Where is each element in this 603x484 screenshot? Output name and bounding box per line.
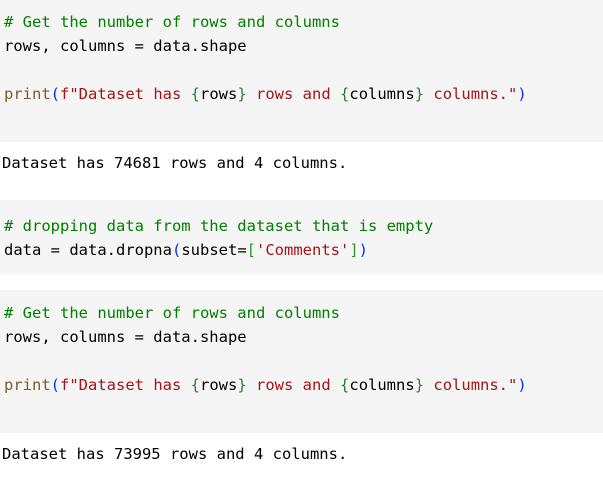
code-var: rows [200,376,238,394]
code-paren: ( [171,241,182,259]
code-fstring: rows and [246,376,341,394]
code-brace: { [340,376,350,394]
code-paren: ( [50,85,61,103]
code-statement: rows, columns = data.shape [4,37,247,55]
code-comment: # Get the number of rows and columns [4,304,340,322]
code-brace: } [414,376,425,394]
code-brace: } [237,376,247,394]
code-paren: ) [517,85,527,103]
code-brace: } [237,85,247,103]
output-text: Dataset has 73995 rows and 4 columns. [2,445,348,463]
code-fstring: columns." [424,376,518,394]
code-statement: data = data.dropna [4,241,172,259]
code-comment: # dropping data from the dataset that is… [4,217,434,235]
code-kwarg: subset= [181,241,247,259]
code-cell-1[interactable]: # Get the number of rows and columns row… [0,0,603,142]
code-cell-2[interactable]: # dropping data from the dataset that is… [0,200,603,274]
code-brace: } [414,85,425,103]
code-statement: rows, columns = data.shape [4,328,247,346]
code-brace: { [190,376,201,394]
code-fstring: columns." [424,85,518,103]
code-brace: { [190,85,201,103]
code-paren: ( [50,376,61,394]
code-line: print(f"Dataset has {rows} rows and {col… [4,82,603,106]
code-var: columns [349,376,415,394]
cell-output-1: Dataset has 74681 rows and 4 columns. [0,142,603,200]
code-line: print(f"Dataset has {rows} rows and {col… [4,373,603,397]
code-line: data = data.dropna(subset=['Comments']) [4,238,603,262]
code-fstring: f"Dataset has [60,376,191,394]
cell-output-2: Dataset has 73995 rows and 4 columns. [0,433,603,484]
code-cell-3[interactable]: # Get the number of rows and columns row… [0,290,603,433]
code-bracket: [ [246,241,256,259]
code-var: rows [200,85,238,103]
code-line: rows, columns = data.shape [4,34,603,58]
code-builtin-print: print [4,85,51,103]
code-paren: ) [358,241,369,259]
code-fstring: rows and [246,85,341,103]
code-line: rows, columns = data.shape [4,325,603,349]
code-paren: ) [517,376,527,394]
code-line: # Get the number of rows and columns [4,301,603,325]
code-brace: { [340,85,350,103]
code-fstring: f"Dataset has [60,85,191,103]
code-comment: # Get the number of rows and columns [4,13,340,31]
code-var: columns [349,85,415,103]
output-text: Dataset has 74681 rows and 4 columns. [2,154,348,172]
code-builtin-print: print [4,376,51,394]
cell-separator [0,274,603,290]
code-string: 'Comments' [256,241,350,259]
code-line: # Get the number of rows and columns [4,10,603,34]
code-bracket: ] [349,241,359,259]
code-line: # dropping data from the dataset that is… [4,214,603,238]
